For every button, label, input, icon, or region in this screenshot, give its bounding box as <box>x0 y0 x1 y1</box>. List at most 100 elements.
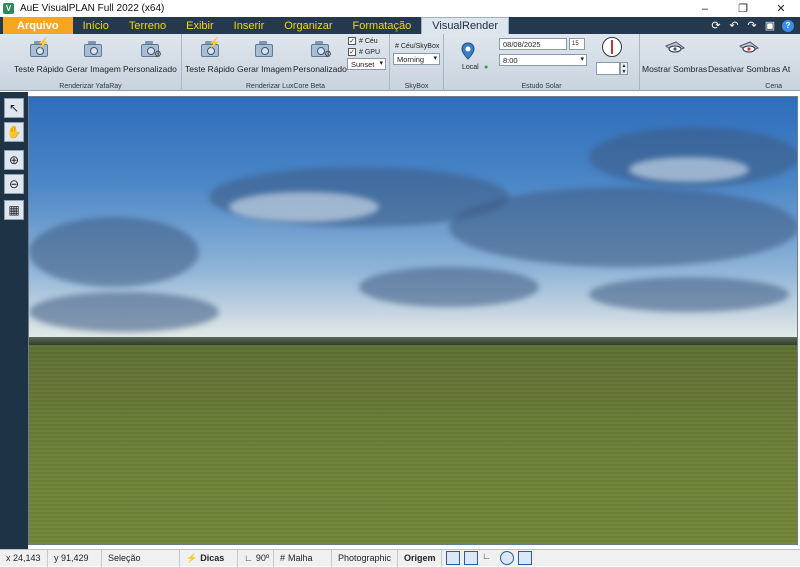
restore-icon[interactable]: ❐ <box>724 0 762 17</box>
render-viewport[interactable] <box>28 96 798 545</box>
menu-arquivo[interactable]: Arquivo <box>3 17 73 34</box>
angle-toggle[interactable]: ∟ 90º <box>238 549 274 567</box>
refresh-icon[interactable]: ⟳ <box>710 19 722 32</box>
luxcore-render-image-button[interactable]: Gerar Imagem <box>237 38 292 74</box>
menu-inserir[interactable]: Inserir <box>224 17 275 34</box>
select-arrow-icon[interactable]: ↖ <box>4 98 24 118</box>
menu-bar: Arquivo Início Terreno Exibir Inserir Or… <box>0 17 800 34</box>
group-label-scene: Cena <box>765 83 782 90</box>
zoom-window-icon[interactable]: ▦ <box>4 200 24 220</box>
luxcore-custom-button[interactable]: ⚙ Personalizado <box>293 38 347 74</box>
tips-toggle[interactable]: ⚡ Dicas <box>180 549 238 567</box>
calendar-day: 15 <box>572 41 579 47</box>
render-mode[interactable]: Photographic <box>332 549 398 567</box>
window-title: AuE VisualPLAN Full 2022 (x64) <box>20 3 165 14</box>
title-bar: V AuE VisualPLAN Full 2022 (x64) – ❐ ✕ <box>0 0 800 17</box>
skybox-value: Morning <box>397 54 425 64</box>
show-shadows-button[interactable]: Mostrar Sombras <box>642 38 707 74</box>
yafaray-quick-test-label: Teste Rápido <box>14 64 64 74</box>
snap-diagonal-icon[interactable] <box>464 551 478 565</box>
angle-icon: ∟ <box>244 553 253 563</box>
zoom-out-icon[interactable]: ⊖ <box>4 174 24 194</box>
local-label: Local <box>462 64 479 71</box>
menu-formatacao[interactable]: Formatação <box>343 17 422 34</box>
luxcore-preset-value: Sunset <box>351 59 375 69</box>
gpu-checkbox-label: # GPU <box>359 48 381 56</box>
zoom-in-icon[interactable]: ⊕ <box>4 150 24 170</box>
sky-background <box>29 97 797 343</box>
camera-gear-icon: ⚙ <box>139 38 162 60</box>
location-pin-icon[interactable] <box>461 42 475 60</box>
minimize-icon[interactable]: – <box>686 0 724 17</box>
menu-visualrender[interactable]: VisualRender <box>421 17 510 34</box>
quick-access-toolbar: ⟳ ↶ ↷ ▣ ? <box>710 17 794 34</box>
angle-spin-input[interactable] <box>596 62 620 75</box>
menu-organizar[interactable]: Organizar <box>274 17 342 34</box>
eye-shadow-icon <box>664 41 685 53</box>
luxcore-preset-select[interactable]: Sunset ▾ <box>347 58 386 70</box>
group-label-luxcore: Renderizar LuxCore Beta <box>246 83 325 90</box>
origin-toggle[interactable]: Origem <box>398 549 442 567</box>
undo-icon[interactable]: ↶ <box>728 19 740 32</box>
selection-mode[interactable]: Seleção <box>102 549 180 567</box>
pan-hand-icon[interactable]: ✋ <box>4 122 24 142</box>
hide-shadows-button[interactable]: Desativar Sombras At <box>708 38 790 74</box>
luxcore-quick-test-button[interactable]: ⚡ Teste Rápido <box>185 38 235 74</box>
ribbon: ⚡ Teste Rápido Gerar Imagem ⚙ Personaliz… <box>0 34 800 91</box>
chevron-down-icon: ▾ <box>580 56 584 63</box>
time-select[interactable]: 8:00 ▾ <box>499 54 587 66</box>
tag-icon: ⚡ <box>186 552 198 563</box>
horizon-treeline <box>29 337 797 345</box>
menu-inicio[interactable]: Início <box>73 17 119 34</box>
menu-exibir[interactable]: Exibir <box>176 17 224 34</box>
yafaray-custom-label: Personalizado <box>123 64 177 74</box>
chevron-down-icon: ▾ <box>433 55 437 62</box>
yafaray-render-image-button[interactable]: Gerar Imagem <box>66 38 121 74</box>
group-label-solar: Estudo Solar <box>521 83 562 90</box>
group-yafaray: ⚡ Teste Rápido Gerar Imagem ⚙ Personaliz… <box>0 34 182 91</box>
date-value: 08/08/2025 <box>503 39 541 49</box>
camera-gear-icon: ⚙ <box>309 38 332 60</box>
compass-icon[interactable] <box>602 37 622 57</box>
calendar-icon[interactable]: 15 <box>569 38 585 50</box>
left-toolbar: ↖ ✋ ⊕ ⊖ ▦ <box>0 92 28 549</box>
y-coordinate: y 91,429 <box>48 549 102 567</box>
redo-icon[interactable]: ↷ <box>746 19 758 32</box>
gpu-checkbox[interactable]: ✓ # GPU <box>348 48 380 56</box>
yafaray-custom-button[interactable]: ⚙ Personalizado <box>123 38 177 74</box>
grid-toggle[interactable]: # Malha <box>274 549 332 567</box>
grid-icon: # <box>280 553 286 563</box>
camera-bolt-icon: ⚡ <box>28 38 50 60</box>
luxcore-custom-label: Personalizado <box>293 64 347 74</box>
luxcore-quick-test-label: Teste Rápido <box>185 64 235 74</box>
group-label-skybox: SkyBox <box>404 83 429 90</box>
sky-checkbox[interactable]: ✓ # Céu <box>348 37 378 45</box>
skybox-title: # Céu/SkyBox <box>395 43 440 50</box>
save-icon[interactable]: ▣ <box>764 19 776 32</box>
local-status-icon: ● <box>484 64 489 71</box>
group-luxcore: ⚡ Teste Rápido Gerar Imagem ⚙ Personaliz… <box>182 34 390 91</box>
close-icon[interactable]: ✕ <box>762 0 800 17</box>
snap-line-icon[interactable] <box>446 551 460 565</box>
yafaray-quick-test-button[interactable]: ⚡ Teste Rápido <box>14 38 64 74</box>
snap-target-icon[interactable] <box>518 551 532 565</box>
luxcore-render-image-label: Gerar Imagem <box>237 64 292 74</box>
snap-angle-icon[interactable]: ∟ <box>482 551 496 565</box>
help-icon[interactable]: ? <box>782 19 794 32</box>
hide-shadows-label: Desativar Sombras At <box>708 64 791 74</box>
group-scene: Mostrar Sombras Desativar Sombras At Cen… <box>640 34 800 91</box>
tips-label: Dicas <box>200 553 225 563</box>
app-logo-icon: V <box>3 3 14 14</box>
sky-checkbox-label: # Céu <box>359 37 378 45</box>
checkmark-icon: ✓ <box>348 48 356 56</box>
camera-icon <box>82 38 104 60</box>
spin-arrows-icon[interactable]: ▲ ▼ <box>620 62 628 75</box>
menu-terreno[interactable]: Terreno <box>119 17 176 34</box>
skybox-select[interactable]: Morning ▾ <box>393 53 440 65</box>
snap-circle-icon[interactable] <box>500 551 514 565</box>
x-coordinate: x 24,143 <box>0 549 48 567</box>
group-skybox: # Céu/SkyBox Morning ▾ SkyBox <box>390 34 444 91</box>
camera-bolt-icon: ⚡ <box>199 38 221 60</box>
group-label-yafaray: Renderizar YafaRay <box>59 83 122 90</box>
date-field[interactable]: 08/08/2025 <box>499 38 567 50</box>
